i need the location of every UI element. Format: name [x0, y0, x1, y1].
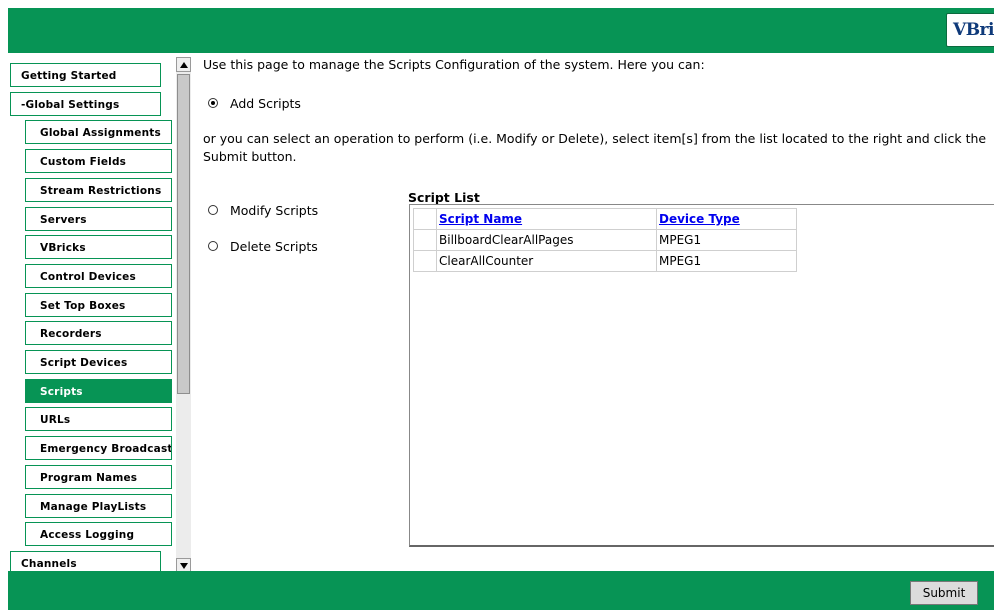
sidebar-item-script-devices[interactable]: Script Devices — [25, 350, 172, 374]
sidebar-item-set-top-boxes[interactable]: Set Top Boxes — [25, 292, 172, 317]
row-select-cell[interactable] — [413, 250, 437, 272]
sidebar-item-control-devices[interactable]: Control Devices — [25, 263, 172, 288]
sidebar-item-getting-started[interactable]: Getting Started — [10, 63, 161, 87]
script-list-box[interactable]: Script Name Device Type BillboardClearAl… — [409, 204, 994, 547]
sidebar-item-global-settings[interactable]: -Global Settings — [10, 91, 161, 116]
header-bar: VBrick — [8, 8, 994, 53]
operation-description: or you can select an operation to perfor… — [203, 131, 987, 164]
sidebar-item-access-logging[interactable]: Access Logging — [25, 522, 172, 547]
arrow-down-icon — [180, 563, 188, 569]
sidebar-item-stream-restrictions[interactable]: Stream Restrictions — [25, 177, 172, 202]
scroll-thumb[interactable] — [177, 74, 190, 394]
device-type-header[interactable]: Device Type — [656, 208, 797, 230]
sidebar-item-global-assignments[interactable]: Global Assignments — [25, 120, 172, 145]
delete-scripts-label: Delete Scripts — [230, 238, 318, 254]
modify-scripts-label: Modify Scripts — [230, 202, 319, 218]
sidebar-item-custom-fields[interactable]: Custom Fields — [25, 149, 172, 174]
submit-button[interactable]: Submit — [910, 581, 978, 605]
script-name-cell[interactable]: BillboardClearAllPages — [436, 229, 657, 251]
delete-scripts-radio[interactable] — [208, 241, 218, 251]
table-header-row: Script Name Device Type — [413, 208, 797, 230]
vbrick-logo: VBrick — [946, 13, 994, 47]
arrow-up-icon — [180, 62, 188, 68]
sidebar-item-vbricks[interactable]: VBricks — [25, 235, 172, 260]
sidebar-item-servers[interactable]: Servers — [25, 206, 172, 231]
select-header-cell — [413, 208, 437, 230]
sidebar-item-urls[interactable]: URLs — [25, 407, 172, 432]
sort-device-type-link[interactable]: Device Type — [659, 212, 740, 226]
sidebar-item-program-names[interactable]: Program Names — [25, 464, 172, 489]
row-select-cell[interactable] — [413, 229, 437, 251]
delete-scripts-option[interactable]: Delete Scripts — [208, 236, 318, 256]
intro-text: Use this page to manage the Scripts Conf… — [203, 57, 705, 72]
device-type-cell[interactable]: MPEG1 — [656, 250, 797, 272]
script-table: Script Name Device Type BillboardClearAl… — [413, 208, 797, 272]
sidebar-item-scripts[interactable]: Scripts — [25, 378, 172, 403]
main-content: Use this page to manage the Scripts Conf… — [203, 57, 994, 573]
footer-bar: Submit — [8, 571, 994, 610]
sidebar-scrollbar[interactable] — [176, 57, 191, 573]
sidebar-nav: Getting Started -Global Settings Global As… — [8, 57, 176, 573]
script-name-header[interactable]: Script Name — [436, 208, 657, 230]
add-scripts-label: Add Scripts — [230, 95, 301, 111]
sidebar-item-recorders[interactable]: Recorders — [25, 321, 172, 346]
sidebar-item-channels[interactable]: Channels — [10, 550, 161, 573]
device-type-cell[interactable]: MPEG1 — [656, 229, 797, 251]
script-name-cell[interactable]: ClearAllCounter — [436, 250, 657, 272]
modify-scripts-option[interactable]: Modify Scripts — [208, 200, 318, 220]
add-scripts-radio[interactable] — [208, 98, 218, 108]
add-scripts-option[interactable]: Add Scripts — [208, 93, 301, 113]
modify-scripts-radio[interactable] — [208, 205, 218, 215]
table-row[interactable]: ClearAllCounter MPEG1 — [413, 250, 797, 272]
sidebar-item-manage-playlists[interactable]: Manage PlayLists — [25, 493, 172, 518]
script-list-title: Script List — [408, 190, 480, 205]
sidebar-item-emergency-broadcast[interactable]: Emergency Broadcast — [25, 436, 172, 461]
scroll-up-button[interactable] — [176, 57, 191, 72]
table-row[interactable]: BillboardClearAllPages MPEG1 — [413, 229, 797, 251]
sort-script-name-link[interactable]: Script Name — [439, 212, 522, 226]
logo-text: VBrick — [953, 20, 994, 40]
